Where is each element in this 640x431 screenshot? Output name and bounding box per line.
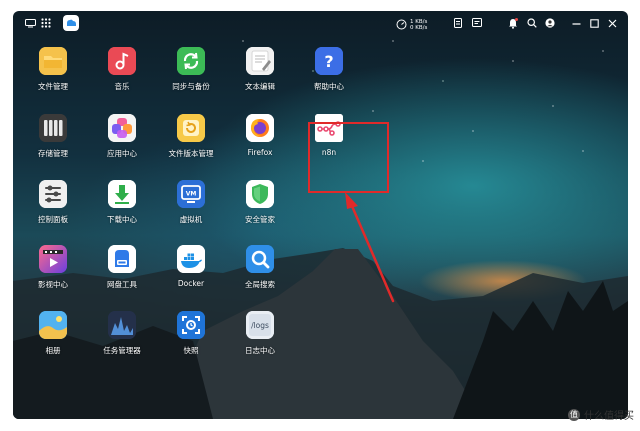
app-text-editor[interactable]: 文本编辑 [225, 47, 295, 111]
app-label: Docker [177, 279, 205, 288]
app-label: 文本编辑 [245, 82, 275, 91]
app-label: 影视中心 [38, 280, 68, 289]
logs-icon-text: /logs [251, 321, 269, 330]
app-label: 控制面板 [38, 215, 68, 224]
task-manager-icon [108, 311, 136, 339]
app-label: 同步与备份 [172, 82, 210, 91]
logs-icon: /logs [246, 311, 274, 339]
app-label: 虚拟机 [179, 215, 203, 224]
app-file-manager[interactable]: 文件管理 [18, 47, 88, 111]
music-icon [108, 47, 136, 75]
control-panel-icon [39, 180, 67, 208]
app-snapshot[interactable]: 快照 [156, 311, 226, 375]
app-music[interactable]: 音乐 [87, 47, 157, 111]
watermark: 值 什么值得买 [568, 407, 634, 422]
app-security-manager[interactable]: 安全管家 [225, 180, 295, 244]
top-bar: 1 KB/s 0 KB/s [13, 11, 628, 37]
help-icon: ? [315, 47, 343, 75]
app-sync-backup[interactable]: 同步与备份 [156, 47, 226, 111]
app-label: 网盘工具 [107, 280, 137, 289]
watermark-text: 什么值得买 [584, 411, 634, 422]
folder-icon [39, 47, 67, 75]
app-task-manager[interactable]: 任务管理器 [87, 311, 157, 375]
app-label: 安全管家 [245, 215, 275, 224]
svg-text:VM: VM [186, 191, 197, 198]
app-docker[interactable]: Docker [156, 245, 226, 309]
app-center-icon [108, 114, 136, 142]
show-desktop-icon[interactable] [24, 16, 36, 30]
app-label: Firefox [247, 148, 273, 157]
app-virtual-machine[interactable]: VM 虚拟机 [156, 180, 226, 244]
version-icon [177, 114, 205, 142]
minimize-icon[interactable] [570, 16, 582, 30]
app-file-version-manager[interactable]: 文件版本管理 [156, 114, 226, 178]
maximize-icon[interactable] [588, 16, 600, 30]
app-label: 全局搜索 [245, 280, 275, 289]
user-icon[interactable] [544, 16, 556, 30]
app-log-center[interactable]: /logs 日志中心 [225, 311, 295, 375]
notification-icon[interactable] [507, 16, 519, 30]
sync-icon [177, 47, 205, 75]
svg-text:?: ? [324, 52, 333, 71]
firefox-icon [246, 114, 274, 142]
shield-icon [246, 180, 274, 208]
app-download-center[interactable]: 下载中心 [87, 180, 157, 244]
app-label: 快照 [183, 346, 199, 355]
storage-icon [39, 114, 67, 142]
app-app-center[interactable]: 应用中心 [87, 114, 157, 178]
highlight-box [308, 122, 389, 193]
app-label: 帮助中心 [314, 82, 344, 91]
app-label: 文件版本管理 [168, 149, 214, 158]
app-label: 任务管理器 [103, 346, 141, 355]
cloud-drive-icon [108, 245, 136, 273]
app-video-center[interactable]: 影视中心 [18, 245, 88, 309]
video-icon [39, 245, 67, 273]
app-storage-manager[interactable]: 存储管理 [18, 114, 88, 178]
app-label: 文件管理 [38, 82, 68, 91]
app-label: 日志中心 [245, 346, 275, 355]
speed-down-value: 0 KB/s [410, 24, 428, 31]
notepad-icon [246, 47, 274, 75]
docker-icon [177, 245, 205, 273]
app-control-panel[interactable]: 控制面板 [18, 180, 88, 244]
snapshot-icon [177, 311, 205, 339]
task-icon[interactable] [471, 16, 483, 30]
app-label: 应用中心 [107, 149, 137, 158]
app-global-search[interactable]: 全局搜索 [225, 245, 295, 309]
app-help-center[interactable]: ? 帮助中心 [294, 47, 364, 111]
photo-icon [39, 311, 67, 339]
download-icon [108, 180, 136, 208]
app-photos[interactable]: 相册 [18, 311, 88, 375]
close-icon[interactable] [606, 16, 618, 30]
app-label: 存储管理 [38, 149, 68, 158]
desktop: 1 KB/s 0 KB/s 文件管理 存储管理 控制面板 影视中心 相册 音乐 … [13, 11, 628, 419]
watermark-logo: 值 [568, 408, 580, 421]
app-cloud-drive-tool[interactable]: 网盘工具 [87, 245, 157, 309]
vm-icon: VM [177, 180, 205, 208]
file-app-icon[interactable] [63, 15, 79, 31]
app-label: 音乐 [114, 82, 130, 91]
app-grid-icon[interactable] [40, 16, 52, 30]
speed-readout: 1 KB/s 0 KB/s [410, 19, 427, 31]
app-label: 相册 [45, 346, 61, 355]
app-label: 下载中心 [107, 215, 137, 224]
app-firefox[interactable]: Firefox [225, 114, 295, 178]
storage-icon[interactable] [453, 16, 463, 30]
search-icon[interactable] [526, 16, 538, 30]
global-search-icon [246, 245, 274, 273]
network-speed[interactable]: 1 KB/s 0 KB/s [396, 15, 427, 34]
speed-gauge-icon [396, 15, 407, 34]
